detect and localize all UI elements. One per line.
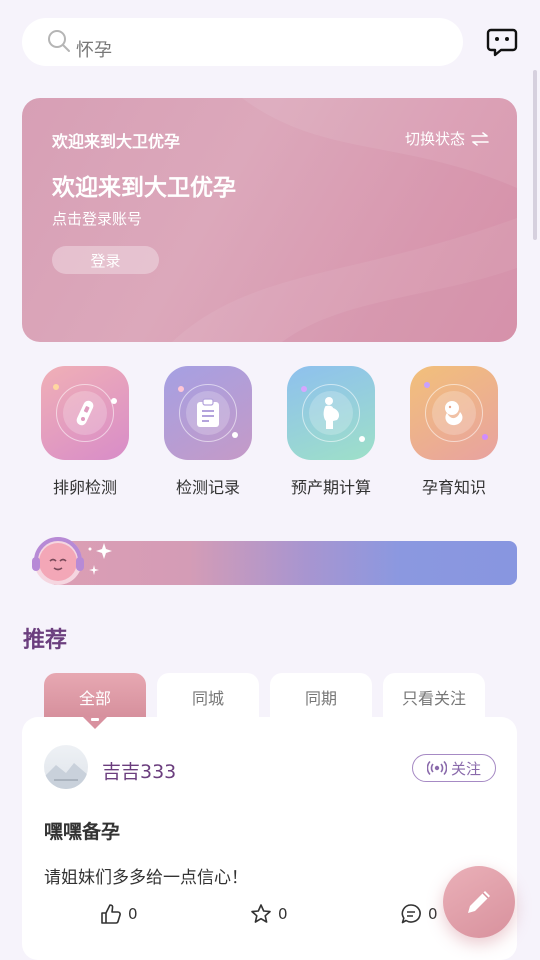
active-tab-dash: [91, 718, 99, 721]
message-icon[interactable]: [486, 26, 518, 58]
search-text: 怀孕: [76, 40, 112, 61]
follow-label: 关注: [450, 759, 481, 778]
tool-label: 孕育知识: [421, 478, 486, 497]
welcome-banner: 欢迎来到大卫优孕 切换状态 欢迎来到大卫优孕 点击登录账号 登录: [22, 98, 517, 342]
swap-icon: [471, 131, 489, 146]
sparkle-dot: [359, 436, 365, 442]
login-button[interactable]: 登录: [52, 246, 159, 274]
search-bar[interactable]: 怀孕: [22, 18, 463, 66]
login-hint[interactable]: 点击登录账号: [52, 208, 142, 229]
tool-pregnancy-knowledge[interactable]: 孕育知识: [399, 366, 509, 498]
follow-button[interactable]: 关注: [412, 754, 496, 782]
search-icon: [48, 30, 70, 52]
tool-test-record[interactable]: 检测记录: [153, 366, 263, 498]
like-button[interactable]: 0: [100, 903, 138, 925]
icon-ring: [56, 384, 114, 442]
tool-tile: [164, 366, 252, 460]
comment-button[interactable]: 0: [400, 903, 438, 925]
tool-grid: 排卵检测 检测记录 预产期计算 孕育知识: [22, 366, 517, 506]
sparkle-dot: [53, 384, 59, 390]
tool-tile: [41, 366, 129, 460]
icon-inner: [63, 391, 107, 435]
icon-inner: [432, 391, 476, 435]
tab-following-only[interactable]: 只看关注: [383, 673, 485, 717]
thumbs-up-icon: [101, 904, 121, 924]
switch-state-button[interactable]: 切换状态: [405, 128, 489, 149]
icon-ring: [179, 384, 237, 442]
tool-label: 排卵检测: [52, 478, 117, 497]
tab-same-period[interactable]: 同期: [270, 673, 372, 717]
broadcast-icon: [426, 760, 447, 776]
tool-ovulation-test[interactable]: 排卵检测: [30, 366, 140, 498]
icon-ring: [302, 384, 360, 442]
mascot-icon: [32, 537, 112, 585]
star-icon: [251, 904, 271, 923]
tool-tile: [410, 366, 498, 460]
post-title: 嘿嘿备孕: [44, 821, 121, 843]
favorite-count: 0: [278, 905, 288, 923]
fetus-icon: [445, 401, 463, 426]
comment-count: 0: [428, 905, 438, 923]
sparkle-dot: [178, 386, 184, 392]
tool-due-date-calculator[interactable]: 预产期计算: [276, 366, 386, 498]
pregnant-woman-icon: [323, 397, 340, 429]
post-body: 请姐妹们多多给一点信心！: [44, 868, 248, 888]
post-card[interactable]: 吉吉333 关注 嘿嘿备孕 请姐妹们多多给一点信心！ 0 0 0: [22, 717, 517, 960]
tab-all[interactable]: 全部: [44, 673, 146, 717]
banner-subtitle: 欢迎来到大卫优孕: [52, 132, 181, 151]
favorite-button[interactable]: 0: [250, 903, 288, 925]
tab-same-city[interactable]: 同城: [157, 673, 259, 717]
scrollbar[interactable]: [533, 70, 537, 240]
sparkle-dot: [424, 382, 430, 388]
avatar[interactable]: [44, 745, 88, 789]
avatar-image: [44, 763, 88, 789]
sparkle-dot: [111, 398, 117, 404]
icon-inner: [309, 391, 353, 435]
switch-state-label: 切换状态: [404, 130, 465, 148]
tool-tile: [287, 366, 375, 460]
pencil-icon: [468, 891, 490, 913]
compose-button[interactable]: [443, 866, 515, 938]
sparkle-dot: [482, 434, 488, 440]
tool-label: 预产期计算: [290, 478, 371, 497]
promo-strip[interactable]: [48, 541, 517, 585]
icon-ring: [425, 384, 483, 442]
comment-icon: [401, 904, 421, 924]
clipboard-icon: [197, 398, 219, 427]
recommend-title: 推荐: [23, 628, 68, 653]
sparkle-dot: [232, 432, 238, 438]
tool-label: 检测记录: [175, 478, 240, 497]
sparkle-dot: [301, 386, 307, 392]
icon-inner: [186, 391, 230, 435]
banner-title: 欢迎来到大卫优孕: [52, 175, 236, 201]
ovulation-test-icon: [76, 400, 94, 426]
like-count: 0: [128, 905, 138, 923]
post-username[interactable]: 吉吉333: [102, 757, 176, 784]
